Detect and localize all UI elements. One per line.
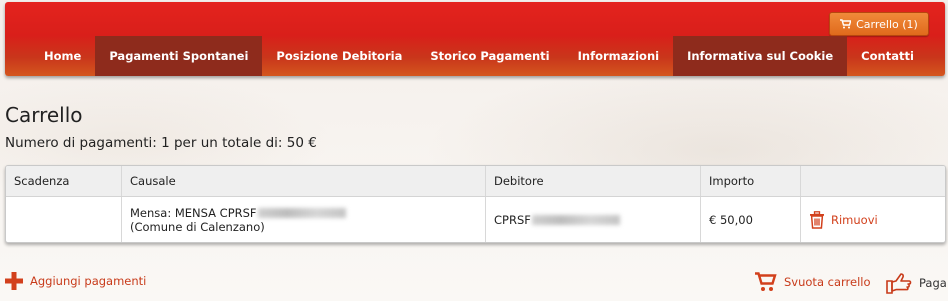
nav-pagamenti-spontanei[interactable]: Pagamenti Spontanei bbox=[95, 36, 263, 76]
cell-actions: Rimuovi bbox=[801, 197, 945, 242]
cell-debitore: CPRSF bbox=[486, 197, 701, 242]
trash-icon bbox=[810, 210, 824, 229]
cart-icon bbox=[840, 19, 852, 29]
cart-button-label: Carrello (1) bbox=[856, 17, 918, 31]
header-bar: Carrello (1) Home Pagamenti Spontanei Po… bbox=[5, 2, 945, 76]
redacted-code bbox=[257, 208, 346, 218]
main-nav: Home Pagamenti Spontanei Posizione Debit… bbox=[30, 36, 928, 76]
nav-home-label: Home bbox=[44, 49, 82, 63]
pay-label: Paga bbox=[919, 276, 947, 290]
add-payments-label: Aggiungi pagamenti bbox=[30, 274, 147, 288]
header-importo: Importo bbox=[701, 166, 801, 196]
nav-informazioni[interactable]: Informazioni bbox=[564, 36, 673, 76]
table-header: Scadenza Causale Debitore Importo bbox=[6, 166, 945, 197]
cell-causale: Mensa: MENSA CPRSF (Comune di Calenzano) bbox=[122, 197, 486, 242]
cell-scadenza bbox=[6, 197, 122, 242]
causale-line: Mensa: MENSA CPRSF bbox=[130, 206, 346, 220]
cart-table: Scadenza Causale Debitore Importo Mensa:… bbox=[5, 165, 946, 243]
thumbs-up-icon bbox=[886, 273, 912, 294]
table-row: Mensa: MENSA CPRSF (Comune di Calenzano)… bbox=[6, 197, 945, 242]
header-scadenza: Scadenza bbox=[6, 166, 122, 196]
plus-icon bbox=[5, 272, 23, 290]
pay-button[interactable]: Paga bbox=[886, 272, 947, 294]
cart-button[interactable]: Carrello (1) bbox=[829, 12, 929, 36]
remove-label: Rimuovi bbox=[831, 212, 878, 227]
remove-button[interactable]: Rimuovi bbox=[809, 210, 878, 229]
header-debitore: Debitore bbox=[486, 166, 701, 196]
nav-informativa-cookie[interactable]: Informativa sul Cookie bbox=[673, 36, 848, 76]
nav-storico-pagamenti-label: Storico Pagamenti bbox=[430, 49, 550, 63]
nav-contatti[interactable]: Contatti bbox=[847, 36, 928, 76]
nav-posizione-debitoria-label: Posizione Debitoria bbox=[276, 49, 403, 63]
cart-icon bbox=[755, 272, 777, 291]
debitore-text: CPRSF bbox=[494, 212, 531, 227]
header-causale: Causale bbox=[122, 166, 486, 196]
add-payments-button[interactable]: Aggiungi pagamenti bbox=[5, 272, 146, 290]
redacted-code bbox=[531, 214, 620, 225]
causale-text: Mensa: MENSA CPRSF bbox=[130, 205, 257, 220]
nav-contatti-label: Contatti bbox=[861, 49, 914, 63]
causale-comune: (Comune di Calenzano) bbox=[130, 219, 265, 234]
nav-posizione-debitoria[interactable]: Posizione Debitoria bbox=[262, 36, 416, 76]
nav-home[interactable]: Home bbox=[30, 36, 95, 76]
empty-cart-button[interactable]: Svuota carrello bbox=[755, 272, 871, 292]
empty-cart-label: Svuota carrello bbox=[784, 275, 871, 289]
nav-storico-pagamenti[interactable]: Storico Pagamenti bbox=[416, 36, 563, 76]
page-title: Carrello bbox=[5, 103, 83, 127]
cell-importo: € 50,00 bbox=[701, 197, 801, 242]
header-actions bbox=[801, 166, 945, 196]
nav-pagamenti-spontanei-label: Pagamenti Spontanei bbox=[109, 49, 249, 63]
cart-summary: Numero di pagamenti: 1 per un totale di:… bbox=[5, 135, 317, 151]
nav-informativa-cookie-label: Informativa sul Cookie bbox=[687, 49, 834, 63]
nav-informazioni-label: Informazioni bbox=[577, 49, 660, 63]
